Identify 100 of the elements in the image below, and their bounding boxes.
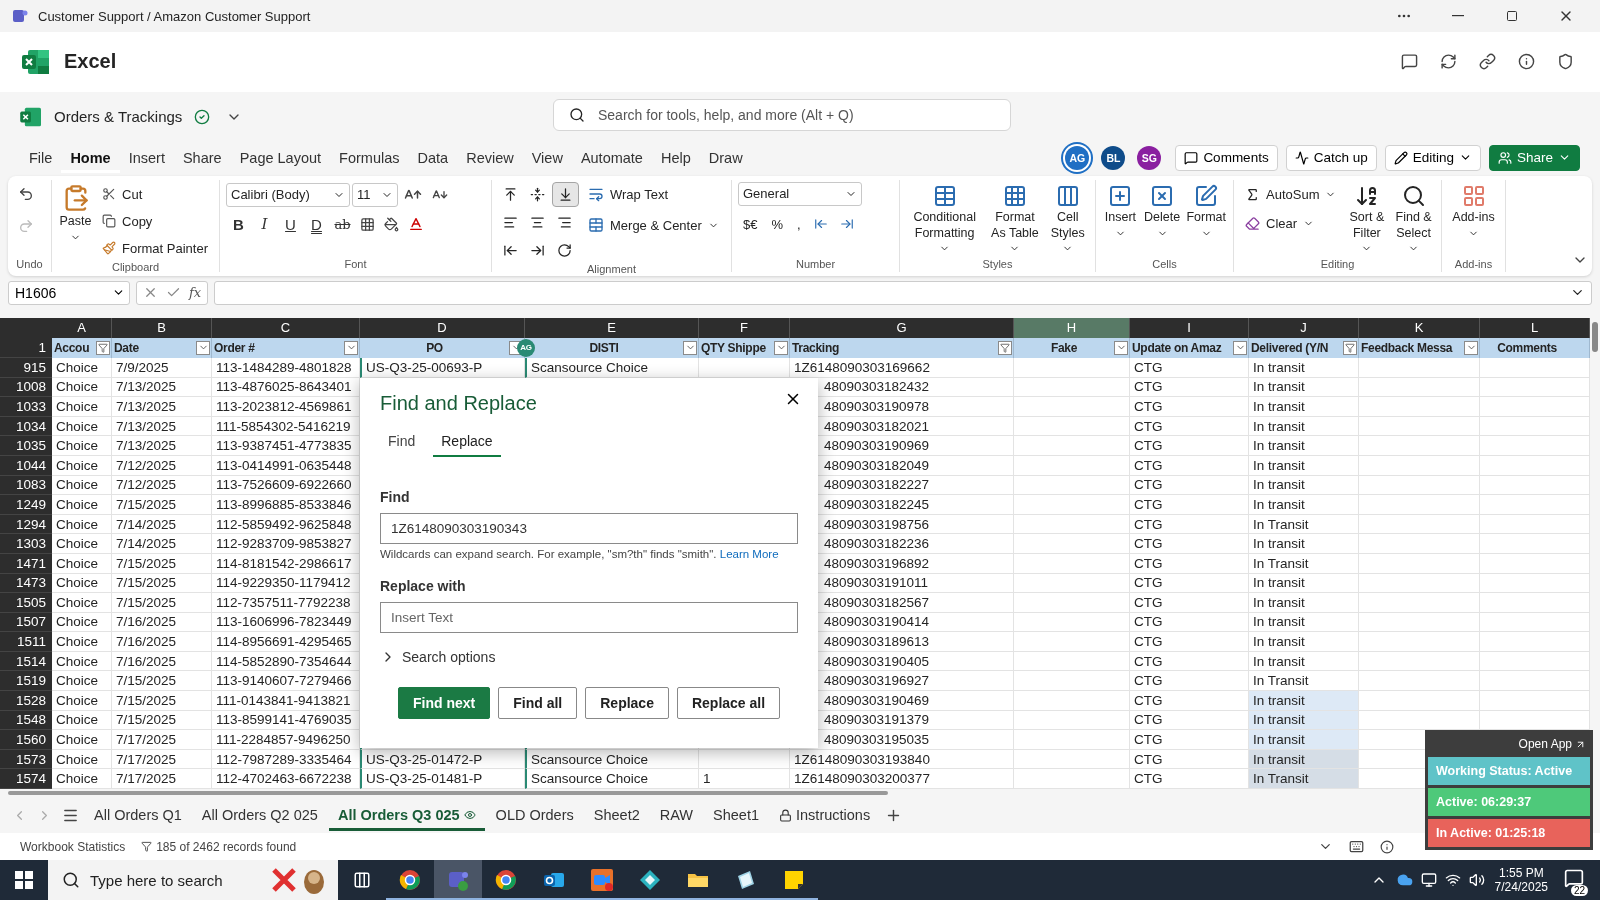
ribbon-button[interactable]: Insert [1102,181,1139,241]
column-letter[interactable]: E [525,317,699,338]
column-letter[interactable]: A [52,317,112,338]
row-number[interactable]: 1519 [0,671,52,692]
row-number[interactable]: 1505 [0,593,52,613]
replace-field[interactable]: Insert Text [380,601,798,633]
menu-tab[interactable]: Home [61,142,120,173]
ribbon-button[interactable]: Add-ins [1448,181,1499,241]
learn-more-link[interactable]: Learn More [719,547,779,560]
ribbon-button[interactable]: Format As Table [987,181,1043,257]
row-number[interactable]: 1044 [0,455,52,476]
autosum-button[interactable]: AutoSum [1240,181,1342,207]
sheet-tab[interactable]: All Orders Q3 025 [328,799,485,831]
row-number[interactable]: 1514 [0,651,52,672]
filter-button[interactable] [96,340,110,355]
column-letter[interactable]: B [112,317,212,338]
menu-tab[interactable]: Help [651,142,700,173]
sheet-tab[interactable]: All Orders Q2 025 [192,799,327,831]
number-format-button[interactable]: % [766,211,789,237]
column-letter[interactable]: F [699,317,790,338]
row-number[interactable]: 1249 [0,495,52,515]
number-format-button[interactable]: $€ [738,211,763,237]
search-options-toggle[interactable]: Search options [380,648,798,665]
filter-button[interactable] [1464,340,1478,355]
comments-button[interactable]: Comments [1175,144,1278,171]
bold-button[interactable]: B [226,211,251,237]
row-number[interactable]: 1473 [0,573,52,594]
find-select-button[interactable]: Find & Select [1392,181,1435,257]
number-format-button[interactable]: , [792,211,806,237]
row-number[interactable]: 1511 [0,632,52,652]
column-letter[interactable]: J [1249,317,1359,338]
filter-button[interactable] [344,340,358,355]
row-number[interactable]: 1083 [0,475,52,496]
dialog-button[interactable]: Replace all [676,686,781,719]
row-number[interactable]: 1033 [0,397,52,417]
clear-button[interactable]: Clear [1240,210,1342,236]
row-number[interactable]: 1034 [0,416,52,437]
sheet-tab[interactable]: All Orders Q1 [85,799,191,831]
underline-button[interactable]: U [278,211,303,237]
menu-tab[interactable]: Draw [699,142,752,173]
column-letter[interactable]: H [1014,317,1130,338]
menu-tab[interactable]: Share [173,142,231,173]
menu-tab[interactable]: Formulas [330,142,409,173]
menu-tab[interactable]: File [20,142,62,173]
formula-field[interactable] [214,280,1592,305]
name-box[interactable]: H1606 [8,280,130,305]
filter-button[interactable] [1233,340,1247,355]
taskbar-search-field[interactable]: Type here to search [48,860,338,900]
filter-button[interactable] [1343,340,1357,355]
format-painter-button[interactable]: Format Painter [97,235,213,261]
user-avatar[interactable]: BL [1101,145,1126,170]
row-number[interactable]: 1528 [0,691,52,711]
dialog-button[interactable]: Find all [498,686,578,719]
column-letter[interactable]: G [790,317,1014,338]
find-field[interactable]: 1Z6148090303190343 [380,512,798,544]
filter-button[interactable] [998,340,1012,355]
row-number[interactable]: 1574 [0,769,52,790]
row-number[interactable]: 1507 [0,612,52,633]
row-number[interactable]: 1008 [0,377,52,398]
filter-button[interactable] [196,340,210,355]
row-number[interactable]: 1303 [0,534,52,554]
dialog-button[interactable]: Replace [585,686,669,719]
strikethrough-button[interactable]: ab [330,211,355,237]
cut-button[interactable]: Cut [97,181,213,207]
menu-tab[interactable]: Review [457,142,523,173]
row-number[interactable]: 1471 [0,553,52,574]
column-letter[interactable]: C [212,317,360,338]
wrap-text-button[interactable]: Wrap Text [583,181,724,207]
search-field[interactable]: Search for tools, help, and more (Alt + Q) [553,99,1011,131]
sheet-tab[interactable]: OLD Orders [486,799,583,831]
user-avatar[interactable]: SG [1137,145,1162,170]
dialog-button[interactable]: Find next [398,686,491,719]
font-dropdown[interactable]: Calibri (Body) [226,182,350,207]
row-number[interactable]: 1294 [0,514,52,535]
dialog-tab[interactable]: Replace [433,426,501,457]
filter-button[interactable] [1114,340,1128,355]
menu-tab[interactable]: Insert [119,142,174,173]
number-format-dropdown[interactable]: General [738,181,862,206]
double-underline-button[interactable]: D [304,211,329,237]
sheet-tab[interactable]: RAW [650,799,703,831]
copy-button[interactable]: Copy [97,208,213,234]
sheet-tab[interactable]: Instructions [770,799,880,831]
ribbon-button[interactable]: Conditional Formatting [906,181,984,257]
font-size-dropdown[interactable]: 11 [352,182,398,207]
filter-button[interactable] [774,340,788,355]
sort-filter-button[interactable]: Sort & Filter [1345,181,1389,257]
menu-tab[interactable]: Data [408,142,458,173]
menu-tab[interactable]: Page Layout [230,142,331,173]
paste-button[interactable]: Paste [58,181,93,245]
row-number[interactable]: 1035 [0,436,52,456]
italic-button[interactable]: I [252,211,277,237]
column-letter[interactable]: D [360,317,525,338]
merge-center-button[interactable]: Merge & Center [583,212,724,238]
ribbon-button[interactable]: Delete [1142,181,1182,241]
row-number[interactable]: 1 [0,337,52,358]
catch-up-button[interactable]: Catch up [1285,144,1377,171]
dialog-tab[interactable]: Find [380,426,424,457]
ribbon-button[interactable]: Format [1185,181,1227,241]
ribbon-button[interactable]: Cell Styles [1046,181,1089,257]
sheet-tab[interactable]: Sheet1 [704,799,768,831]
